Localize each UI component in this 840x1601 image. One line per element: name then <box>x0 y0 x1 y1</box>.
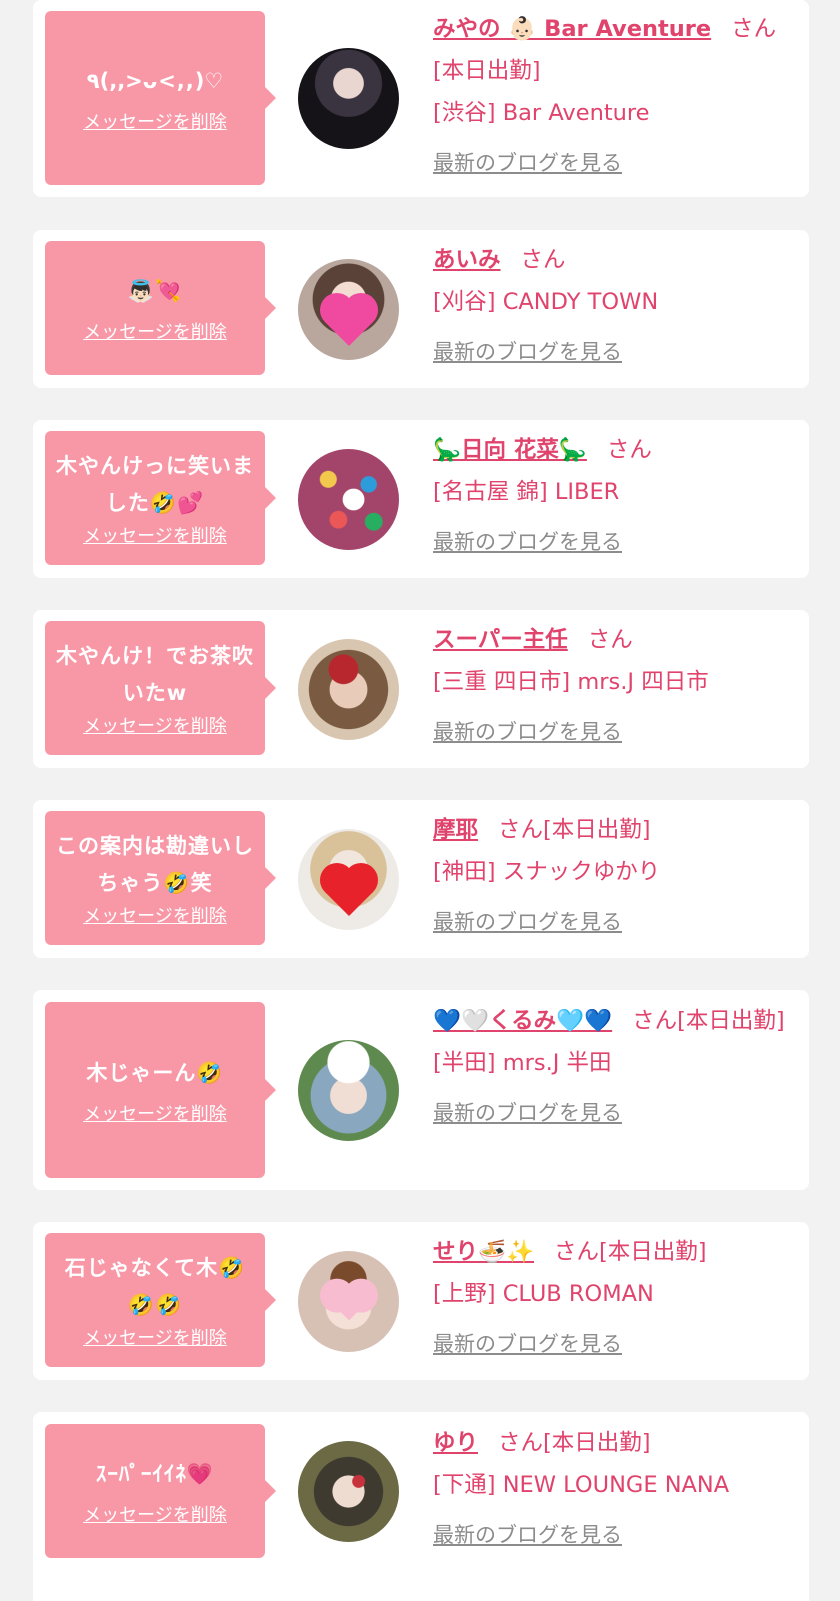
message-bubble: この案内は勘違いしちゃう🤣笑 メッセージを削除 <box>45 811 276 945</box>
avatar[interactable] <box>298 1251 399 1352</box>
message-text: ٩(,,>ᴗ<,,)♡ <box>86 68 224 93</box>
name-line: 💙🤍くるみ🩵💙 さん[本日出勤] <box>433 1000 793 1042</box>
latest-blog-link[interactable]: 最新のブログを見る <box>433 142 622 184</box>
profile-info: あいみ さん [刈谷] CANDY TOWN 最新のブログを見る <box>433 239 793 373</box>
delete-message-link[interactable]: メッセージを削除 <box>83 522 227 548</box>
name-line: あいみ さん <box>433 239 793 281</box>
shop-location: [刈谷] CANDY TOWN <box>433 289 659 315</box>
message-card: 木じゃーん🤣 メッセージを削除 💙🤍くるみ🩵💙 さん[本日出勤] [半田] mrs… <box>33 990 809 1190</box>
avatar[interactable] <box>298 48 399 149</box>
profile-info: 🦕日向 花菜🦕 さん [名古屋 錦] LIBER 最新のブログを見る <box>433 429 793 563</box>
honorific: さん[本日出勤] <box>554 1239 707 1265</box>
avatar[interactable] <box>298 1040 399 1141</box>
message-bubble: 木やんけ！でお茶吹いたw メッセージを削除 <box>45 621 276 755</box>
profile-name-link[interactable]: スーパー主任 <box>433 627 568 653</box>
shop-location: [名古屋 錦] LIBER <box>433 479 620 505</box>
shop-location: [三重 四日市] mrs.J 四日市 <box>433 669 709 695</box>
profile-name-link[interactable]: 摩耶 <box>433 817 478 843</box>
name-line: せり🍜✨ さん[本日出勤] <box>433 1231 793 1273</box>
profile-name-link[interactable]: みやの 👶🏻 Bar Aventure <box>433 16 711 42</box>
message-bubble: ٩(,,>ᴗ<,,)♡ メッセージを削除 <box>45 11 276 185</box>
delete-message-link[interactable]: メッセージを削除 <box>83 1100 227 1126</box>
avatar[interactable] <box>298 259 399 360</box>
message-card: 石じゃなくて木🤣🤣🤣 メッセージを削除 せり🍜✨ さん[本日出勤] [上野] CL… <box>33 1222 809 1380</box>
shop-location: [神田] スナックゆかり <box>433 859 661 885</box>
message-card: 木やんけ！でお茶吹いたw メッセージを削除 スーパー主任 さん [三重 四日市] … <box>33 610 809 768</box>
message-text: 木じゃーん🤣 <box>86 1060 224 1085</box>
profile-name-link[interactable]: あいみ <box>433 247 501 273</box>
shop-location: [上野] CLUB ROMAN <box>433 1281 654 1307</box>
latest-blog-link[interactable]: 最新のブログを見る <box>433 901 622 943</box>
message-bubble: 木やんけっに笑いました🤣💕 メッセージを削除 <box>45 431 276 565</box>
profile-name-link[interactable]: 💙🤍くるみ🩵💙 <box>433 1008 612 1034</box>
profile-info: せり🍜✨ さん[本日出勤] [上野] CLUB ROMAN 最新のブログを見る <box>433 1231 793 1365</box>
latest-blog-link[interactable]: 最新のブログを見る <box>433 521 622 563</box>
profile-info: みやの 👶🏻 Bar Aventure さん [本日出勤] [渋谷] Bar Av… <box>433 8 793 184</box>
message-text: ｽｰﾊﾟｰｲｲﾈ💗 <box>95 1461 215 1486</box>
latest-blog-link[interactable]: 最新のブログを見る <box>433 711 622 753</box>
avatar[interactable] <box>298 1441 399 1542</box>
delete-message-link[interactable]: メッセージを削除 <box>83 902 227 928</box>
profile-info: 💙🤍くるみ🩵💙 さん[本日出勤] [半田] mrs.J 半田 最新のブログを見る <box>433 1000 793 1134</box>
honorific: さん <box>731 16 777 42</box>
profile-info: ゆり さん[本日出勤] [下通] NEW LOUNGE NANA 最新のブログを見… <box>433 1422 793 1556</box>
delete-message-link[interactable]: メッセージを削除 <box>83 712 227 738</box>
shop-location: [半田] mrs.J 半田 <box>433 1050 612 1076</box>
profile-name-link[interactable]: せり🍜✨ <box>433 1239 534 1265</box>
red-heart-icon <box>324 867 373 916</box>
message-text: 👼🏻💘 <box>127 278 183 303</box>
message-bubble: 木じゃーん🤣 メッセージを削除 <box>45 1002 276 1178</box>
delete-message-link[interactable]: メッセージを削除 <box>83 318 227 344</box>
honorific: さん[本日出勤] <box>632 1008 785 1034</box>
honorific: さん[本日出勤] <box>498 817 651 843</box>
profile-info: 摩耶 さん[本日出勤] [神田] スナックゆかり 最新のブログを見る <box>433 809 793 943</box>
honorific: さん <box>520 247 566 273</box>
message-bubble: ｽｰﾊﾟｰｲｲﾈ💗 メッセージを削除 <box>45 1424 276 1558</box>
delete-message-link[interactable]: メッセージを削除 <box>83 1324 227 1350</box>
message-text: 木やんけ！でお茶吹いたw <box>56 644 254 705</box>
avatar[interactable] <box>298 639 399 740</box>
profile-name-link[interactable]: 🦕日向 花菜🦕 <box>433 437 587 463</box>
name-line: スーパー主任 さん <box>433 619 793 661</box>
message-text: 木やんけっに笑いました🤣💕 <box>56 454 254 515</box>
pink-heart-icon <box>330 1283 367 1320</box>
name-line: 🦕日向 花菜🦕 さん <box>433 429 793 471</box>
honorific: さん <box>606 437 652 463</box>
message-card: ٩(,,>ᴗ<,,)♡ メッセージを削除 みやの 👶🏻 Bar Aventure… <box>33 0 809 197</box>
honorific: さん[本日出勤] <box>498 1430 651 1456</box>
pink-heart-icon <box>324 297 373 346</box>
latest-blog-link[interactable]: 最新のブログを見る <box>433 1514 622 1556</box>
shop-location: [下通] NEW LOUNGE NANA <box>433 1472 730 1498</box>
name-line: ゆり さん[本日出勤] <box>433 1422 793 1464</box>
latest-blog-link[interactable]: 最新のブログを見る <box>433 1092 622 1134</box>
avatar[interactable] <box>298 449 399 550</box>
message-card: 👼🏻💘 メッセージを削除 あいみ さん [刈谷] CANDY TOWN 最新のブロ… <box>33 230 809 388</box>
message-bubble: 👼🏻💘 メッセージを削除 <box>45 241 276 375</box>
name-line: 摩耶 さん[本日出勤] <box>433 809 793 851</box>
latest-blog-link[interactable]: 最新のブログを見る <box>433 1323 622 1365</box>
shop-location: [渋谷] Bar Aventure <box>433 100 650 126</box>
message-text: この案内は勘違いしちゃう🤣笑 <box>56 834 254 895</box>
name-line: みやの 👶🏻 Bar Aventure さん <box>433 8 793 50</box>
profile-info: スーパー主任 さん [三重 四日市] mrs.J 四日市 最新のブログを見る <box>433 619 793 753</box>
latest-blog-link[interactable]: 最新のブログを見る <box>433 331 622 373</box>
message-card: ｽｰﾊﾟｰｲｲﾈ💗 メッセージを削除 ゆり さん[本日出勤] [下通] NEW L… <box>33 1412 809 1601</box>
message-card: 木やんけっに笑いました🤣💕 メッセージを削除 🦕日向 花菜🦕 さん [名古屋 錦]… <box>33 420 809 578</box>
message-text: 石じゃなくて木🤣🤣🤣 <box>64 1256 246 1317</box>
delete-message-link[interactable]: メッセージを削除 <box>83 1501 227 1527</box>
honorific: さん <box>587 627 633 653</box>
message-bubble: 石じゃなくて木🤣🤣🤣 メッセージを削除 <box>45 1233 276 1367</box>
status-text: [本日出勤] <box>433 58 541 84</box>
delete-message-link[interactable]: メッセージを削除 <box>83 108 227 134</box>
profile-name-link[interactable]: ゆり <box>433 1430 478 1456</box>
avatar[interactable] <box>298 829 399 930</box>
message-card: この案内は勘違いしちゃう🤣笑 メッセージを削除 摩耶 さん[本日出勤] [神田] … <box>33 800 809 958</box>
